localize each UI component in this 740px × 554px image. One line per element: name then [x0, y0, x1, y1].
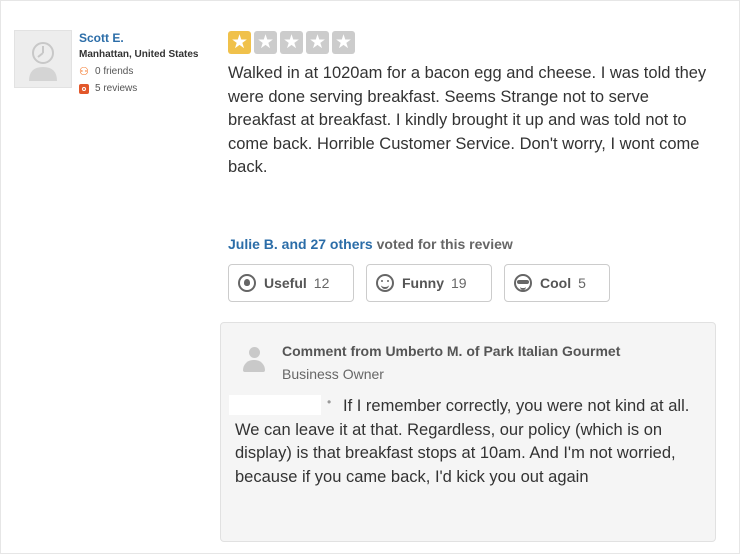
voters-link[interactable]: Julie B. and 27 others [228, 236, 373, 252]
comment-from: Comment from Umberto M. of Park Italian … [282, 343, 621, 359]
owner-avatar-icon [243, 347, 265, 377]
useful-count: 12 [313, 275, 330, 291]
date-separator: • [327, 395, 332, 409]
star-icon: ★ [280, 31, 303, 54]
default-user-icon [29, 42, 57, 81]
owner-comment: Comment from Umberto M. of Park Italian … [220, 322, 716, 542]
funny-button[interactable]: Funny 19 [366, 264, 492, 302]
reviewer-location: Manhattan, United States [79, 49, 199, 60]
friends-label: 0 friends [95, 66, 134, 77]
redacted-date [229, 395, 321, 415]
reviews-icon [79, 83, 89, 94]
friends-count: ⚇ 0 friends [79, 66, 133, 77]
star-icon: ★ [332, 31, 355, 54]
funny-count: 19 [451, 275, 467, 291]
voted-suffix: voted for this review [372, 236, 513, 252]
funny-label: Funny [402, 275, 444, 291]
useful-button[interactable]: Useful 12 [228, 264, 354, 302]
lightbulb-icon [238, 274, 256, 292]
useful-label: Useful [264, 275, 307, 291]
star-icon: ★ [306, 31, 329, 54]
star-rating: ★ ★ ★ ★ ★ [228, 31, 355, 54]
cool-count: 5 [578, 275, 586, 291]
owner-role: Business Owner [282, 366, 384, 382]
voted-summary: Julie B. and 27 others voted for this re… [228, 236, 513, 252]
sunglasses-icon [514, 274, 532, 292]
star-icon: ★ [254, 31, 277, 54]
cool-button[interactable]: Cool 5 [504, 264, 610, 302]
reviews-label: 5 reviews [95, 83, 138, 94]
review-text: Walked in at 1020am for a bacon egg and … [228, 64, 707, 177]
reviewer-name[interactable]: Scott E. [79, 31, 124, 45]
reviews-count: 5 reviews [79, 83, 137, 94]
star-icon: ★ [228, 31, 251, 54]
avatar[interactable] [14, 30, 72, 88]
smile-icon [376, 274, 394, 292]
friends-icon: ⚇ [79, 65, 89, 78]
cool-label: Cool [540, 275, 572, 291]
